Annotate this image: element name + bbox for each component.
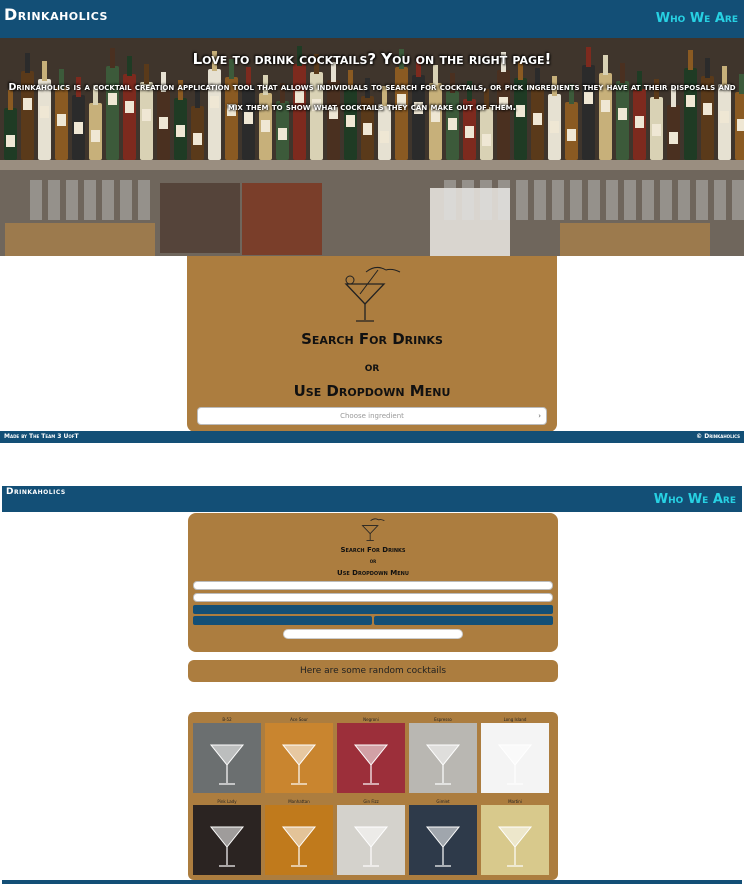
drink-card[interactable]: Ace Sour [265,716,333,793]
cocktail-logo-icon [344,266,401,322]
drink-photo [481,805,549,875]
drink-card[interactable]: B-52 [193,716,261,793]
hero-description: Drinkaholics is a cocktail creation appl… [8,82,736,113]
drink-name: Gin Fizz [363,799,379,804]
drink-name: Gimlet [436,799,450,804]
drink-photo [193,723,261,793]
drink-card[interactable]: Espresso [409,716,477,793]
drink-name: B-52 [222,717,232,722]
drink-card[interactable]: Pink Lady [193,798,261,875]
select-placeholder: Choose ingredient [340,412,404,420]
footer: Made by The Team 3 UofT © Drinkaholics [0,431,744,443]
drink-photo [337,723,405,793]
random-cocktails-grid: B-52 Ace Sour Negroni Espresso Long Isla… [188,712,558,880]
footer-2 [2,880,742,884]
action-button-right[interactable] [374,616,553,625]
drink-photo [481,723,549,793]
drink-card[interactable]: Long Island [481,716,549,793]
random-cocktails-heading: Here are some random cocktails [188,660,558,682]
drink-name: Pink Lady [217,799,237,804]
result-pill [283,629,463,639]
who-we-are-link-2[interactable]: Who We Are [654,492,736,507]
cocktail-logo-icon-2 [361,518,385,541]
ingredient-select-2[interactable] [193,581,553,590]
brand-logo-text-2[interactable]: Drinkaholics [6,487,66,497]
drink-photo [265,805,333,875]
who-we-are-link[interactable]: Who We Are [656,11,738,26]
action-button-left[interactable] [193,616,372,625]
drink-photo [409,805,477,875]
search-button[interactable] [193,605,553,614]
drink-photo [409,723,477,793]
hero-banner: Love to drink cocktails? You on the righ… [0,38,744,256]
search-card-2: Search For Drinks or Use Dropdown Menu [188,513,558,652]
drink-name: Manhattan [288,799,310,804]
drink-name: Espresso [434,717,452,722]
ingredient-select-3[interactable] [193,593,553,602]
search-card: Search For Drinks or Use Dropdown Menu C… [187,256,557,432]
drink-name: Negroni [363,717,379,722]
hero-title: Love to drink cocktails? You on the righ… [192,50,552,68]
brand-logo-text[interactable]: Drinkaholics [4,5,108,24]
drink-name: Ace Sour [290,717,308,722]
or-label: or [364,360,380,375]
drink-photo [193,805,261,875]
drink-card[interactable]: Manhattan [265,798,333,875]
drink-card[interactable]: Gin Fizz [337,798,405,875]
chevron-down-icon: › [538,412,541,420]
top-navbar: Drinkaholics Who We Are [0,0,744,38]
drink-photo [265,723,333,793]
footer-copyright: © Drinkaholics [696,433,740,440]
drink-photo [337,805,405,875]
drink-card[interactable]: Martini [481,798,549,875]
ingredient-select[interactable]: Choose ingredient › [197,407,547,425]
bar-background-image [0,38,744,256]
or-label-2: or [369,558,377,565]
drink-name: Long Island [503,717,527,722]
drink-name: Martini [508,799,522,804]
search-title-2: Search For Drinks [340,546,406,554]
dropdown-title-2: Use Dropdown Menu [337,569,409,577]
footer-credit: Made by The Team 3 UofT [4,433,79,440]
drink-card[interactable]: Negroni [337,716,405,793]
dropdown-title: Use Dropdown Menu [293,382,451,400]
search-title: Search For Drinks [301,330,443,348]
drink-card[interactable]: Gimlet [409,798,477,875]
top-navbar-2: Drinkaholics Who We Are [2,486,742,512]
